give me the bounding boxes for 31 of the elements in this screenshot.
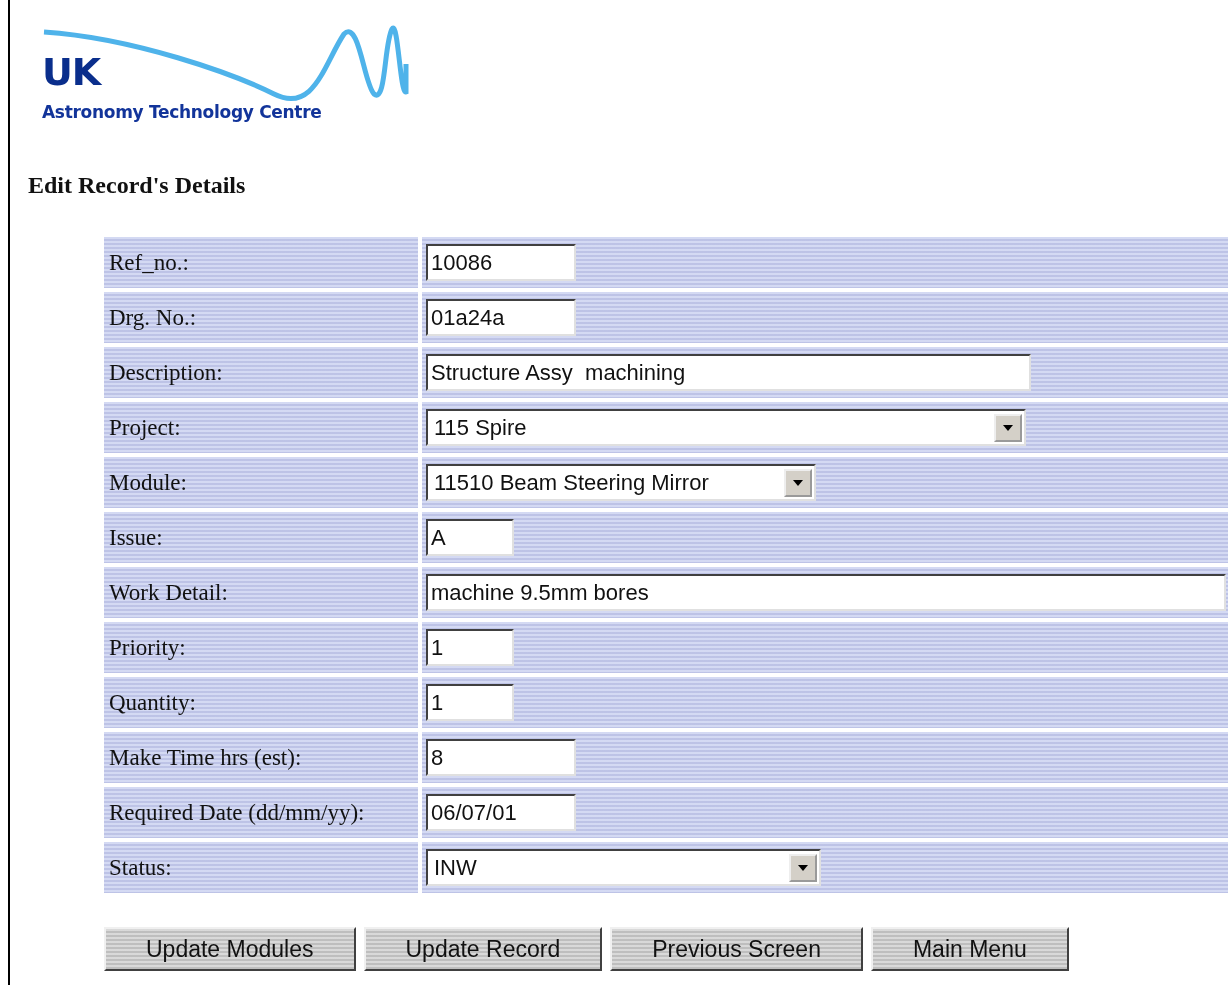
dropdown[interactable]: INW <box>426 849 821 886</box>
field-label: Issue: <box>104 512 418 563</box>
field-label: Quantity: <box>104 677 418 728</box>
form-button[interactable]: Previous Screen <box>610 927 863 971</box>
text-field[interactable]: A <box>426 519 514 556</box>
field-label: Work Detail: <box>104 567 418 618</box>
text-field[interactable]: Structure Assy machining <box>426 354 1031 391</box>
logo-name: Astronomy Technology Centre <box>42 102 322 122</box>
page-heading: Edit Record's Details <box>28 172 247 199</box>
text-field[interactable]: 10086 <box>426 244 576 281</box>
field-label: Priority: <box>104 622 418 673</box>
text-field[interactable]: 06/07/01 <box>426 794 576 831</box>
text-field[interactable]: 8 <box>426 739 576 776</box>
text-field[interactable]: 01a24a <box>426 299 576 336</box>
field-label: Ref_no.: <box>104 237 418 288</box>
form-button[interactable]: Update Modules <box>104 927 356 971</box>
form-button[interactable]: Update Record <box>363 927 603 971</box>
text-field[interactable]: 1 <box>426 684 514 721</box>
field-label: Drg. No.: <box>104 292 418 343</box>
text-field[interactable]: 1 <box>426 629 514 666</box>
dropdown[interactable]: 115 Spire <box>426 409 1026 446</box>
dropdown[interactable]: 11510 Beam Steering Mirror <box>426 464 816 501</box>
field-label: Status: <box>104 842 418 893</box>
field-label: Module: <box>104 457 418 508</box>
field-label: Project: <box>104 402 418 453</box>
form-button[interactable]: Main Menu <box>870 927 1069 971</box>
field-label: Description: <box>104 347 418 398</box>
text-field[interactable]: machine 9.5mm bores <box>426 574 1226 611</box>
field-label: Make Time hrs (est): <box>104 732 418 783</box>
field-label: Required Date (dd/mm/yy): <box>104 787 418 838</box>
logo-mark: UK <box>42 50 101 94</box>
